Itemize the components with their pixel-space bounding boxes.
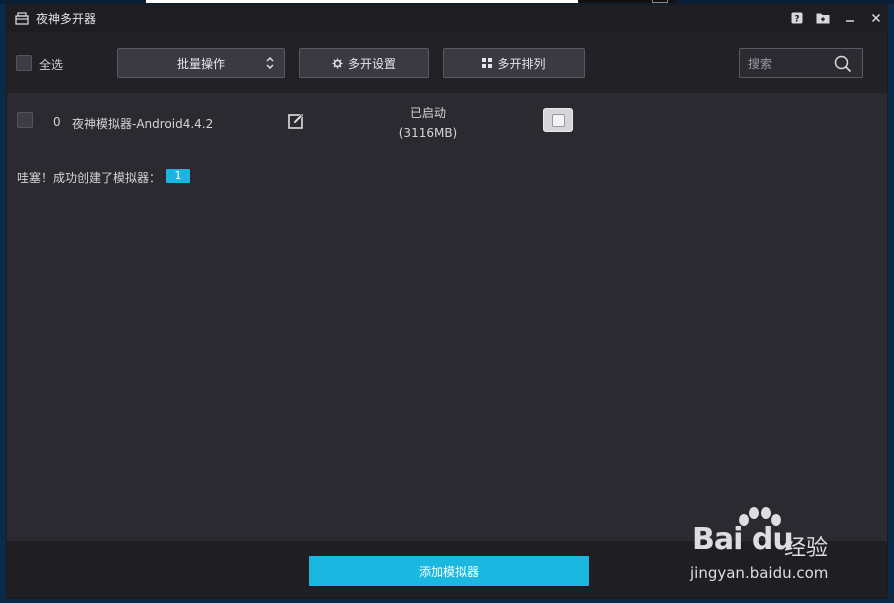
emulator-count-badge: 1 — [166, 169, 190, 183]
close-icon — [871, 13, 881, 23]
window-title: 夜神多开器 — [36, 12, 97, 26]
emulator-status-block: 已启动 (3116MB) — [375, 103, 481, 143]
app-logo-icon — [15, 12, 29, 25]
help-button[interactable]: ? — [789, 10, 805, 26]
close-button[interactable] — [868, 10, 884, 26]
emulator-status: 已启动 — [409, 106, 446, 120]
edit-icon[interactable] — [288, 113, 304, 129]
watermark-url: jingyan.baidu.com — [690, 564, 829, 582]
gear-icon — [332, 57, 343, 69]
open-folder-button[interactable] — [815, 10, 831, 26]
emulator-memory: (3116MB) — [398, 126, 458, 140]
search-icon[interactable] — [834, 55, 852, 73]
multi-instance-settings-label: 多开设置 — [347, 56, 396, 71]
folder-icon — [816, 13, 830, 24]
toolbar: 全选 批量操作 多开设置 多开排列 — [7, 33, 887, 93]
title-bar[interactable]: 夜神多开器 ? — [7, 5, 887, 33]
grid-icon — [482, 58, 493, 68]
emulator-index: 0 — [53, 115, 61, 129]
batch-operation-dropdown[interactable]: 批量操作 — [117, 48, 285, 78]
search-input[interactable] — [746, 54, 834, 74]
creation-success-message: 哇塞！成功创建了模拟器： — [17, 171, 162, 185]
svg-text:?: ? — [794, 15, 799, 25]
emulator-list: 0 夜神模拟器-Android4.4.2 已启动 (3116MB) 哇塞！成功创… — [7, 93, 887, 541]
multi-instance-settings-button[interactable]: 多开设置 — [299, 48, 429, 78]
batch-operation-label: 批量操作 — [176, 56, 225, 71]
watermark-product: 经验 — [784, 536, 829, 561]
stop-emulator-button[interactable] — [543, 108, 573, 132]
chevron-up-down-icon — [266, 57, 274, 69]
add-emulator-button[interactable]: 添加模拟器 — [309, 556, 589, 586]
emulator-row: 0 夜神模拟器-Android4.4.2 已启动 (3116MB) — [7, 93, 887, 149]
select-all-checkbox[interactable] — [16, 55, 32, 71]
baidu-jingyan-watermark: Bai du 经验 jingyan.baidu.com — [690, 506, 860, 586]
stop-icon — [551, 113, 565, 127]
select-all-label: 全选 — [39, 58, 64, 72]
search-box — [739, 48, 863, 78]
minimize-icon — [846, 20, 854, 22]
help-icon: ? — [791, 12, 803, 24]
background-window-edge — [652, 0, 668, 3]
watermark-brand: Bai du — [692, 522, 794, 557]
arrange-windows-label: 多开排列 — [497, 56, 546, 71]
minimize-button[interactable] — [842, 10, 858, 26]
emulator-checkbox[interactable] — [17, 112, 33, 128]
emulator-name: 夜神模拟器-Android4.4.2 — [72, 117, 214, 131]
background-window-edge — [146, 0, 578, 3]
arrange-windows-button[interactable]: 多开排列 — [443, 48, 585, 78]
